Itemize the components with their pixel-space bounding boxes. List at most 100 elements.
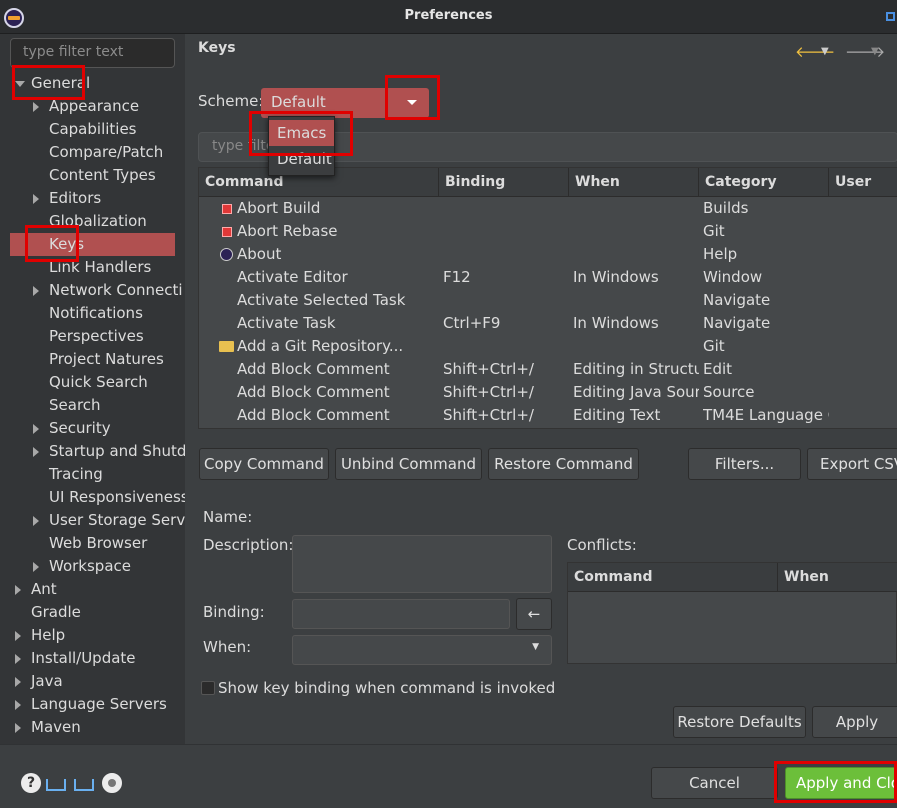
import-preferences-icon[interactable] (46, 779, 66, 791)
description-field[interactable] (292, 535, 552, 593)
conflict-col-command[interactable]: Command (568, 563, 778, 592)
export-csv-button[interactable]: Export CSV (807, 448, 897, 480)
when-select[interactable]: ▼ (292, 635, 552, 665)
col-category[interactable]: Category (699, 168, 829, 197)
expand-right-icon[interactable] (33, 102, 39, 112)
tree-item[interactable]: Web Browser (0, 532, 185, 555)
tree-item-label: Language Servers (31, 695, 167, 713)
unbind-command-button[interactable]: Unbind Command (335, 448, 482, 480)
tree-item-label: Ant (31, 580, 57, 598)
tree-item[interactable]: Capabilities (0, 118, 185, 141)
export-preferences-icon[interactable] (74, 779, 94, 791)
forward-arrow-icon[interactable]: 🡒 (845, 42, 885, 61)
expand-right-icon[interactable] (15, 585, 21, 595)
forward-menu-chevron-icon[interactable]: ▼ (871, 46, 879, 57)
conflict-col-when[interactable]: When (778, 563, 897, 592)
scheme-select[interactable]: Default (261, 88, 429, 118)
apply-and-close-button[interactable]: Apply and Clos (785, 767, 897, 799)
tree-item[interactable]: Notifications (0, 302, 185, 325)
show-binding-checkbox[interactable] (201, 681, 215, 695)
tree-item[interactable]: User Storage Servi (0, 509, 185, 532)
clear-binding-button[interactable]: ← (516, 598, 552, 630)
tree-item[interactable]: Install/Update (0, 647, 185, 670)
tree-item[interactable]: Gradle (0, 601, 185, 624)
scheme-option-default[interactable]: Default (269, 146, 334, 172)
tree-item[interactable]: Tracing (0, 463, 185, 486)
expand-right-icon[interactable] (15, 700, 21, 710)
tree-item-label: Tracing (49, 465, 103, 483)
cell-command: Activate Editor (237, 268, 348, 286)
back-arrow-icon[interactable]: 🡐 (795, 42, 835, 61)
expand-right-icon[interactable] (33, 516, 39, 526)
table-row[interactable]: Activate Editor F12 In Windows Window (199, 266, 897, 289)
tree-item[interactable]: Help (0, 624, 185, 647)
tree-item[interactable]: Ant (0, 578, 185, 601)
scheme-dropdown-menu: Emacs Default (268, 116, 335, 176)
expand-right-icon[interactable] (33, 194, 39, 204)
tree-item[interactable]: Quick Search (0, 371, 185, 394)
cell-command: Activate Task (237, 314, 336, 332)
tree-item[interactable]: Content Types (0, 164, 185, 187)
keys-table[interactable]: Command Binding When Category User Abort… (198, 167, 897, 429)
binding-field[interactable] (292, 599, 510, 629)
tree-item[interactable]: Startup and Shutd (0, 440, 185, 463)
expand-right-icon[interactable] (33, 424, 39, 434)
expand-right-icon[interactable] (15, 654, 21, 664)
tree-item[interactable]: Link Handlers (0, 256, 185, 279)
cancel-button[interactable]: Cancel (651, 767, 778, 799)
restore-defaults-button[interactable]: Restore Defaults (673, 706, 806, 738)
help-icon[interactable]: ? (21, 773, 41, 793)
preference-recorder-icon[interactable] (102, 773, 122, 793)
tree-item[interactable]: Keys (0, 233, 185, 256)
tree-item[interactable]: General (0, 72, 185, 95)
when-label: When: (203, 638, 252, 656)
scheme-value: Default (271, 93, 326, 111)
tree-item[interactable]: Globalization (0, 210, 185, 233)
chevron-down-icon[interactable] (407, 100, 417, 105)
table-row[interactable]: Activate Selected Task Navigate (199, 289, 897, 312)
table-row[interactable]: Activate Task Ctrl+F9 In Windows Navigate (199, 312, 897, 335)
expand-right-icon[interactable] (15, 631, 21, 641)
expand-right-icon[interactable] (15, 677, 21, 687)
table-row[interactable]: Add Block Comment Shift+Ctrl+/ Editing in … (199, 358, 897, 381)
tree-item[interactable]: Appearance (0, 95, 185, 118)
col-binding[interactable]: Binding (439, 168, 569, 197)
back-menu-chevron-icon[interactable]: ▼ (821, 46, 829, 57)
col-user[interactable]: User (829, 168, 897, 197)
table-row[interactable]: Add a Git Repository... Git (199, 335, 897, 358)
tree-item[interactable]: Compare/Patch (0, 141, 185, 164)
tree-item[interactable]: UI Responsiveness (0, 486, 185, 509)
filters-button[interactable]: Filters... (688, 448, 801, 480)
tree-item[interactable]: Perspectives (0, 325, 185, 348)
expand-right-icon[interactable] (33, 447, 39, 457)
tree-item[interactable]: Maven (0, 716, 185, 739)
col-when[interactable]: When (569, 168, 699, 197)
expand-right-icon[interactable] (33, 286, 39, 296)
tree-item[interactable]: Java (0, 670, 185, 693)
tree-item[interactable]: Network Connecti (0, 279, 185, 302)
conflicts-table[interactable]: Command When (567, 562, 897, 664)
tree-item[interactable]: Project Natures (0, 348, 185, 371)
expand-right-icon[interactable] (15, 723, 21, 733)
table-row[interactable]: Abort Rebase Git (199, 220, 897, 243)
tree-item[interactable]: Security (0, 417, 185, 440)
tree-item[interactable]: Editors (0, 187, 185, 210)
backspace-arrow-icon: ← (527, 605, 541, 623)
apply-button[interactable]: Apply (812, 706, 897, 738)
table-row[interactable]: Add Block Comment Shift+Ctrl+/ Editing Tex… (199, 404, 897, 427)
stop-icon (222, 227, 232, 237)
tree-filter-input[interactable]: type filter text (10, 38, 175, 68)
expand-down-icon[interactable] (15, 81, 25, 87)
tree-item[interactable]: Workspace (0, 555, 185, 578)
expand-right-icon[interactable] (33, 562, 39, 572)
tree-item[interactable]: Language Servers (0, 693, 185, 716)
tree-item[interactable]: Search (0, 394, 185, 417)
table-row[interactable]: Abort Build Builds (199, 197, 897, 220)
table-row[interactable]: Add Block Comment Shift+Ctrl+/ Editing Jav… (199, 381, 897, 404)
conflicts-label: Conflicts: (567, 536, 637, 554)
scheme-option-emacs[interactable]: Emacs (269, 120, 334, 146)
table-row[interactable]: About Help (199, 243, 897, 266)
copy-command-button[interactable]: Copy Command (199, 448, 329, 480)
restore-command-button[interactable]: Restore Command (488, 448, 639, 480)
maximize-icon[interactable] (886, 12, 895, 21)
